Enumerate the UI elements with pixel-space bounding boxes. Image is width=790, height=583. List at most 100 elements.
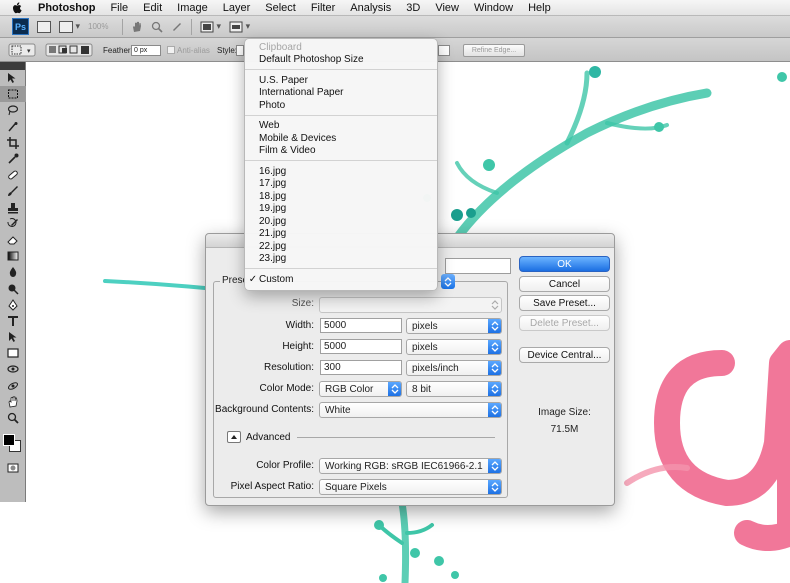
menu-layer[interactable]: Layer: [223, 2, 251, 14]
menu-item-mobile-devices[interactable]: Mobile & Devices: [245, 132, 437, 145]
pen-tool-icon[interactable]: [0, 297, 26, 313]
save-preset-button[interactable]: Save Preset...: [519, 295, 610, 311]
height-input[interactable]: 5000: [320, 339, 402, 354]
arrange-documents-button[interactable]: ▾: [200, 19, 221, 35]
menu-item-default-size[interactable]: Default Photoshop Size: [245, 54, 437, 67]
menu-view[interactable]: View: [435, 2, 459, 14]
apple-icon[interactable]: [12, 0, 28, 16]
quick-mask-icon[interactable]: [0, 460, 26, 476]
healing-brush-tool-icon[interactable]: [0, 167, 26, 183]
3d-rotate-tool-icon[interactable]: [0, 361, 26, 377]
menu-item-web[interactable]: Web: [245, 120, 437, 133]
color-profile-select[interactable]: Working RGB: sRGB IEC61966-2.1: [319, 458, 502, 474]
style-select[interactable]: [236, 44, 244, 56]
zoom-tool-icon[interactable]: [0, 410, 26, 426]
menu-window[interactable]: Window: [474, 2, 513, 14]
zoom-level[interactable]: 100%: [88, 20, 114, 33]
menu-item-file-preset[interactable]: 16.jpg: [245, 165, 437, 178]
gradient-tool-icon[interactable]: [0, 248, 26, 264]
advanced-divider: [297, 437, 495, 438]
menu-item-file-preset[interactable]: 19.jpg: [245, 203, 437, 216]
lasso-tool-icon[interactable]: [0, 102, 26, 118]
menu-filter[interactable]: Filter: [311, 2, 335, 14]
menu-item-custom[interactable]: ✓ Custom: [245, 273, 437, 286]
hand-tool-icon[interactable]: [131, 19, 143, 35]
brush-tool-icon[interactable]: [0, 183, 26, 199]
color-swatches[interactable]: [0, 426, 25, 456]
eraser-tool-icon[interactable]: [0, 232, 26, 248]
menu-analysis[interactable]: Analysis: [350, 2, 391, 14]
launch-bridge-button[interactable]: [37, 19, 51, 35]
bit-depth-select[interactable]: 8 bit: [406, 381, 502, 397]
pixel-aspect-select[interactable]: Square Pixels: [319, 479, 502, 495]
eyedropper-tool-icon[interactable]: [0, 151, 26, 167]
width-input[interactable]: 5000: [320, 318, 402, 333]
panel-grip[interactable]: [0, 62, 25, 70]
type-tool-icon[interactable]: [0, 313, 26, 329]
menu-item-file-preset[interactable]: 18.jpg: [245, 190, 437, 203]
color-profile-value: Working RGB: sRGB IEC61966-2.1: [325, 460, 483, 472]
zoom-tool-icon[interactable]: [151, 19, 163, 35]
menu-item-file-preset[interactable]: 20.jpg: [245, 215, 437, 228]
selection-mode-buttons[interactable]: [45, 43, 93, 57]
marquee-tool-icon[interactable]: [0, 86, 26, 103]
menu-item-us-paper[interactable]: U.S. Paper: [245, 74, 437, 87]
blur-tool-icon[interactable]: [0, 264, 26, 280]
background-contents-select[interactable]: White: [319, 402, 502, 418]
advanced-toggle-icon[interactable]: [227, 431, 241, 443]
image-size-label: Image Size:: [538, 407, 591, 418]
crop-tool-icon[interactable]: [0, 135, 26, 151]
color-mode-label: Color Mode:: [259, 383, 314, 394]
ok-button[interactable]: OK: [519, 256, 610, 272]
menu-file[interactable]: File: [110, 2, 128, 14]
menu-item-photo[interactable]: Photo: [245, 99, 437, 112]
refine-edge-button[interactable]: Refine Edge...: [463, 43, 525, 57]
cancel-button[interactable]: Cancel: [519, 276, 610, 292]
height-unit-select[interactable]: pixels: [406, 339, 502, 355]
photoshop-logo: Ps: [12, 18, 29, 35]
menu-3d[interactable]: 3D: [406, 2, 420, 14]
teal-branch-top: [423, 66, 787, 243]
menu-separator: [245, 160, 437, 161]
color-mode-select[interactable]: RGB Color: [319, 381, 402, 397]
hand-tool-icon[interactable]: [0, 394, 26, 410]
preset-select-arrows-icon[interactable]: [441, 274, 455, 289]
height-ratio-input[interactable]: [438, 44, 450, 56]
rotate-view-icon[interactable]: [171, 19, 183, 35]
tool-preset-picker[interactable]: ▾: [8, 43, 36, 57]
path-select-tool-icon[interactable]: [0, 329, 26, 345]
menu-item-file-preset[interactable]: 17.jpg: [245, 178, 437, 191]
menu-item-file-preset[interactable]: 23.jpg: [245, 253, 437, 266]
width-unit-value: pixels: [412, 320, 438, 332]
3d-orbit-tool-icon[interactable]: [0, 378, 26, 394]
document-name-input[interactable]: [445, 258, 511, 274]
menu-item-international-paper[interactable]: International Paper: [245, 87, 437, 100]
menu-item-file-preset[interactable]: 21.jpg: [245, 228, 437, 241]
menu-app-name[interactable]: Photoshop: [38, 2, 95, 14]
style-label: Style:: [217, 45, 238, 55]
menu-edit[interactable]: Edit: [143, 2, 162, 14]
resolution-unit-select[interactable]: pixels/inch: [406, 360, 502, 376]
menu-item-file-preset[interactable]: 22.jpg: [245, 240, 437, 253]
foreground-color-swatch[interactable]: [3, 434, 15, 447]
menu-image[interactable]: Image: [177, 2, 208, 14]
history-brush-tool-icon[interactable]: [0, 216, 26, 232]
device-central-button[interactable]: Device Central...: [519, 347, 610, 363]
quick-select-tool-icon[interactable]: [0, 119, 26, 135]
menu-help[interactable]: Help: [528, 2, 551, 14]
feather-input[interactable]: 0 px: [131, 44, 161, 56]
menu-item-film-video[interactable]: Film & Video: [245, 145, 437, 158]
dodge-tool-icon[interactable]: [0, 280, 26, 296]
width-unit-select[interactable]: pixels: [406, 318, 502, 334]
menu-select[interactable]: Select: [265, 2, 296, 14]
shape-tool-icon[interactable]: [0, 345, 26, 361]
application-bar: Ps ▾ 100% ▾ ▾: [0, 16, 790, 38]
anti-alias-checkbox[interactable]: Anti-alias: [167, 43, 210, 57]
resolution-input[interactable]: 300: [320, 360, 402, 375]
size-label: Size:: [291, 298, 314, 309]
screen-mode-button[interactable]: ▾: [229, 19, 250, 35]
launch-minibridge-button[interactable]: ▾: [59, 19, 80, 35]
move-tool-icon[interactable]: [0, 70, 26, 86]
clone-stamp-tool-icon[interactable]: [0, 200, 26, 216]
menu-item-custom-label: Custom: [259, 273, 294, 285]
